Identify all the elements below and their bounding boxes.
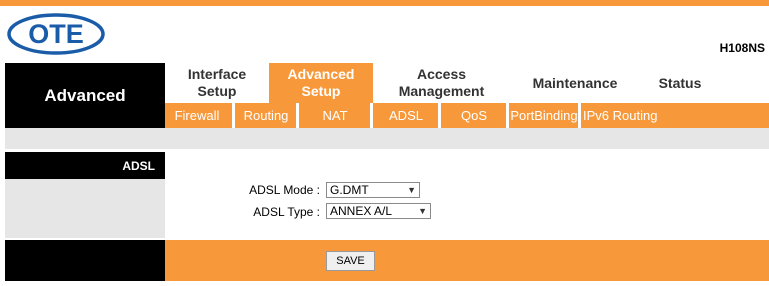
subtab-portbinding[interactable]: PortBinding: [509, 103, 579, 128]
grey-spacer-band: [5, 128, 769, 149]
sidebar-title: Advanced: [5, 63, 165, 128]
subtab-bar: Firewall Routing NAT ADSL QoS PortBindin…: [165, 103, 769, 128]
adsl-type-value: ANNEX A/L: [330, 204, 393, 218]
adsl-mode-select[interactable]: G.DMT ▼: [326, 182, 420, 198]
subtab-adsl[interactable]: ADSL: [373, 103, 439, 128]
subtab-nat[interactable]: NAT: [299, 103, 371, 128]
subtab-firewall[interactable]: Firewall: [165, 103, 229, 128]
tab-interface-setup[interactable]: Interface Setup: [165, 63, 269, 103]
section-sidebar-fill: [5, 179, 165, 238]
adsl-mode-label: ADSL Mode :: [249, 183, 320, 197]
chevron-down-icon: ▼: [407, 185, 416, 195]
footer-left-panel: [5, 240, 165, 281]
logo-text: OTE: [28, 19, 84, 49]
tab-access-management[interactable]: Access Management: [373, 63, 510, 103]
model-name: H108NS: [719, 41, 765, 55]
top-accent-bar: [0, 0, 769, 6]
tab-advanced-setup[interactable]: Advanced Setup: [269, 63, 373, 103]
subtab-qos[interactable]: QoS: [441, 103, 507, 128]
tab-maintenance[interactable]: Maintenance: [510, 63, 640, 103]
ote-logo: OTE: [6, 12, 106, 56]
adsl-mode-value: G.DMT: [330, 183, 369, 197]
adsl-type-label: ADSL Type :: [253, 205, 320, 219]
tab-status[interactable]: Status: [640, 63, 720, 103]
section-title: ADSL: [5, 152, 165, 179]
subtab-routing[interactable]: Routing: [235, 103, 297, 128]
footer-bar: [165, 240, 769, 281]
subtab-ipv6-routing[interactable]: IPv6 Routing: [581, 103, 663, 128]
adsl-type-select[interactable]: ANNEX A/L ▼: [326, 203, 431, 219]
save-button[interactable]: SAVE: [326, 251, 375, 271]
chevron-down-icon: ▼: [418, 206, 427, 216]
